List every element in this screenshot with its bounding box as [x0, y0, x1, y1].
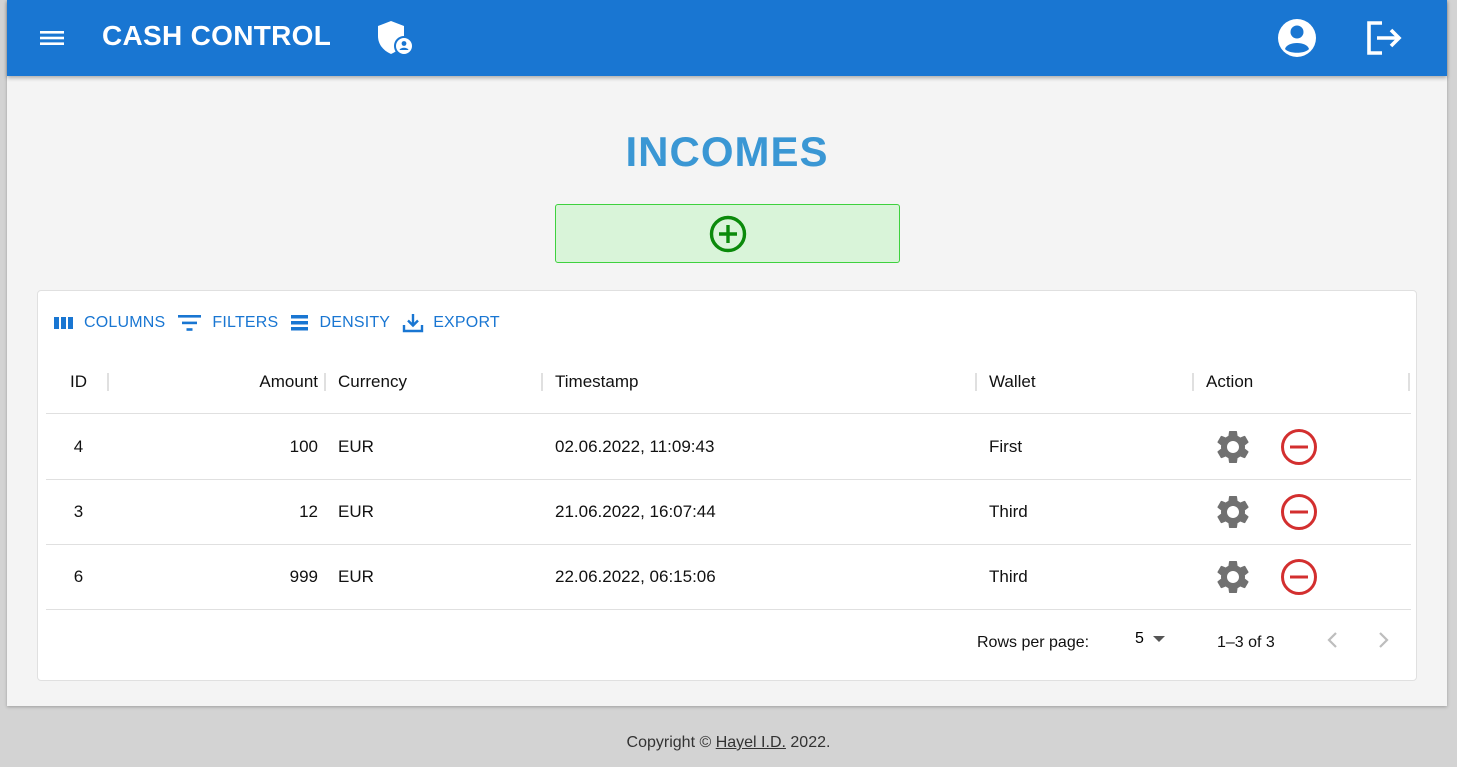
- add-circle-icon: [709, 215, 746, 252]
- chevron-right-icon: [1379, 632, 1389, 648]
- copyright-prefix: Copyright ©: [626, 734, 712, 751]
- next-page-button[interactable]: [1371, 628, 1395, 657]
- rows-per-page-label: Rows per page:: [977, 634, 1090, 651]
- cell-currency: EUR: [338, 502, 374, 521]
- cell-wallet: Third: [989, 502, 1028, 521]
- filter-icon: [178, 315, 202, 331]
- page-container: CASH CONTROL INCOMES COLUMNS FILTERS DEN…: [7, 0, 1447, 706]
- table-row[interactable]: 4 100 EUR 02.06.2022, 11:09:43 First: [46, 415, 1411, 480]
- header-id[interactable]: ID: [46, 351, 108, 413]
- column-separator[interactable]: [324, 373, 326, 391]
- cell-currency: EUR: [338, 437, 374, 456]
- download-icon: [402, 314, 424, 333]
- gear-icon: [1217, 430, 1249, 463]
- cell-amount: 100: [289, 437, 318, 456]
- chevron-down-icon: [1152, 636, 1165, 642]
- column-separator[interactable]: [541, 373, 543, 391]
- cell-amount: 999: [289, 567, 318, 586]
- filters-button[interactable]: FILTERS: [177, 314, 278, 332]
- pagination-range: 1–3 of 3: [1217, 634, 1275, 651]
- column-separator[interactable]: [975, 373, 977, 391]
- grid-toolbar: COLUMNS FILTERS DENSITY EXPORT: [53, 311, 512, 335]
- cell-wallet: Third: [989, 567, 1028, 586]
- app-brand: CASH CONTROL: [102, 20, 332, 51]
- density-label: DENSITY: [319, 314, 391, 331]
- incomes-data-grid: COLUMNS FILTERS DENSITY EXPORT ID Amount…: [37, 290, 1417, 681]
- logout-icon: [1367, 21, 1402, 55]
- copyright-footer: Copyright © Hayel I.D. 2022.: [0, 734, 1457, 752]
- copyright-year: 2022.: [790, 734, 831, 751]
- filters-label: FILTERS: [212, 314, 279, 331]
- table-row[interactable]: 6 999 EUR 22.06.2022, 06:15:06 Third: [46, 545, 1411, 610]
- pagination-bar: Rows per page: 5 1–3 of 3: [46, 608, 1411, 674]
- gear-icon: [1217, 495, 1249, 528]
- delete-button[interactable]: [1279, 427, 1319, 472]
- author-link[interactable]: Hayel I.D.: [716, 734, 786, 751]
- edit-button[interactable]: [1213, 557, 1253, 602]
- page-title: INCOMES: [625, 128, 829, 175]
- remove-circle-icon: [1281, 559, 1317, 595]
- logout-button[interactable]: [1363, 17, 1407, 64]
- menu-icon: [40, 31, 64, 45]
- rows-per-page-select[interactable]: 5: [1135, 630, 1166, 648]
- density-button[interactable]: DENSITY: [290, 314, 390, 332]
- column-separator[interactable]: [1408, 373, 1410, 391]
- export-label: EXPORT: [433, 314, 500, 331]
- rows-per-page-value: 5: [1135, 630, 1144, 647]
- account-circle-icon: [1278, 19, 1316, 57]
- columns-icon: [54, 317, 73, 329]
- columns-label: COLUMNS: [84, 314, 166, 331]
- add-income-button[interactable]: [555, 204, 900, 263]
- density-icon: [291, 315, 309, 331]
- cell-timestamp: 22.06.2022, 06:15:06: [555, 567, 716, 586]
- menu-button[interactable]: [35, 22, 69, 54]
- cell-id: 4: [73, 437, 84, 456]
- cell-timestamp: 02.06.2022, 11:09:43: [555, 437, 715, 456]
- header-timestamp[interactable]: Timestamp: [555, 351, 975, 413]
- column-separator[interactable]: [107, 373, 109, 391]
- edit-button[interactable]: [1213, 492, 1253, 537]
- header-action[interactable]: Action: [1206, 351, 1406, 413]
- columns-button[interactable]: COLUMNS: [53, 314, 165, 332]
- remove-circle-icon: [1281, 429, 1317, 465]
- cell-currency: EUR: [338, 567, 374, 586]
- previous-page-button[interactable]: [1321, 628, 1345, 657]
- remove-circle-icon: [1281, 494, 1317, 530]
- edit-button[interactable]: [1213, 427, 1253, 472]
- cell-id: 3: [73, 502, 84, 521]
- cell-wallet: First: [989, 437, 1023, 456]
- header-amount[interactable]: Amount: [116, 351, 318, 413]
- delete-button[interactable]: [1279, 557, 1319, 602]
- account-button[interactable]: [1275, 16, 1319, 65]
- delete-button[interactable]: [1279, 492, 1319, 537]
- cell-amount: 12: [299, 502, 318, 521]
- export-button[interactable]: EXPORT: [402, 313, 500, 333]
- cell-timestamp: 21.06.2022, 16:07:44: [555, 502, 716, 521]
- cell-id: 6: [73, 567, 84, 586]
- header-currency[interactable]: Currency: [338, 351, 538, 413]
- chevron-left-icon: [1327, 632, 1337, 648]
- admin-shield-icon: [378, 21, 414, 56]
- gear-icon: [1217, 560, 1249, 593]
- app-bar: CASH CONTROL: [7, 0, 1447, 76]
- column-separator[interactable]: [1192, 373, 1194, 391]
- header-wallet[interactable]: Wallet: [989, 351, 1189, 413]
- table-row[interactable]: 3 12 EUR 21.06.2022, 16:07:44 Third: [46, 480, 1411, 545]
- table-header: ID Amount Currency Timestamp Wallet Acti…: [46, 351, 1411, 414]
